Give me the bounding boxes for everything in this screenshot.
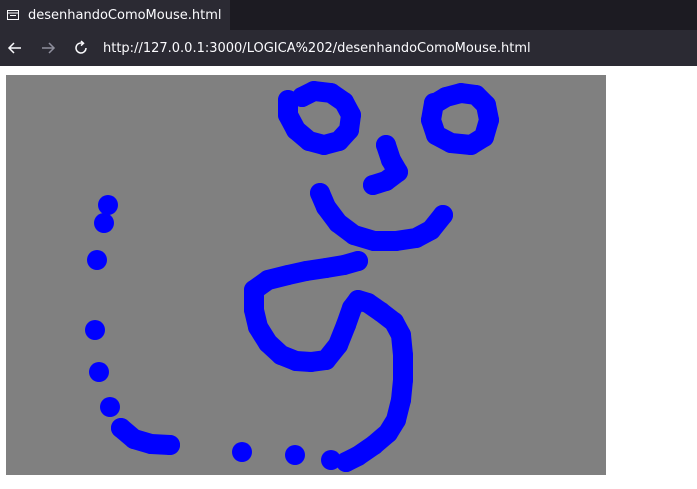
stroke-right-eye [421,83,499,155]
drawing-surface[interactable] [6,75,606,475]
stroke-bottom-dot-2 [285,445,305,465]
arrow-left-icon[interactable] [5,38,25,58]
stroke-bottom-dot-1 [232,442,252,462]
tab-bar: desenhandoComoMouse.html [0,0,697,30]
navigation-toolbar: http://127.0.0.1:3000/LOGICA%202/desenha… [0,30,697,66]
stroke-left-dot-2 [94,213,114,233]
stroke-left-eye [278,81,361,155]
stroke-nose [363,135,408,195]
tab-active[interactable]: desenhandoComoMouse.html [0,0,230,30]
stroke-left-dot-3 [87,250,107,270]
tab-title: desenhandoComoMouse.html [28,7,222,23]
stroke-swirl [244,251,413,472]
drawing-canvas[interactable] [6,75,606,475]
arrow-right-icon[interactable] [38,38,58,58]
stroke-left-dot-6 [100,397,120,417]
reload-icon[interactable] [71,38,91,58]
page-content [0,66,697,489]
stroke-left-dot-4 [85,320,105,340]
page-icon [6,8,20,22]
stroke-smile [310,183,453,251]
stroke-left-bottom [111,418,180,455]
stroke-bottom-dot-3 [321,450,341,470]
url-bar[interactable]: http://127.0.0.1:3000/LOGICA%202/desenha… [103,41,531,56]
stroke-left-dot-5 [89,362,109,382]
stroke-left-dot-1 [98,195,118,215]
